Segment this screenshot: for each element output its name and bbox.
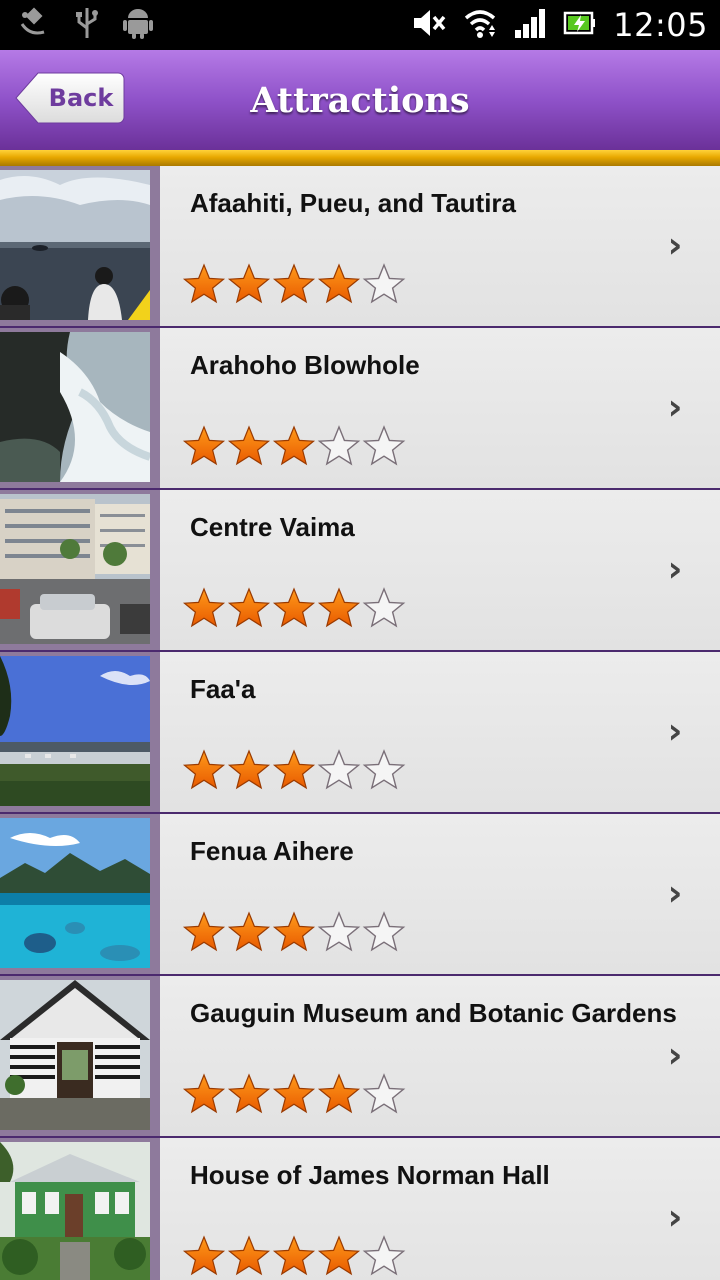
attraction-list-item[interactable]: House of James Norman Hall ›: [0, 1138, 720, 1280]
star-filled-icon: [272, 1234, 316, 1278]
attraction-info: House of James Norman Hall ›: [160, 1138, 720, 1280]
attraction-thumbnail: [0, 1142, 150, 1280]
attraction-list-item[interactable]: Gauguin Museum and Botanic Gardens ›: [0, 976, 720, 1138]
attraction-thumbnail: [0, 818, 150, 968]
system-icons: 12:05: [411, 0, 708, 50]
star-filled-icon: [182, 424, 226, 468]
star-filled-icon: [272, 262, 316, 306]
attraction-list-item[interactable]: Centre Vaima ›: [0, 490, 720, 652]
star-filled-icon: [272, 1072, 316, 1116]
thumbnail-frame: [0, 490, 160, 650]
attraction-thumbnail: [0, 170, 150, 320]
star-filled-icon: [227, 1072, 271, 1116]
usb-icon: [74, 6, 100, 44]
attraction-name: Centre Vaima: [190, 512, 355, 542]
signal-icon: [513, 6, 547, 44]
chevron-right-icon: ›: [667, 1197, 683, 1238]
attraction-list-item[interactable]: Fenua Aihere ›: [0, 814, 720, 976]
star-empty-icon: [362, 1072, 406, 1116]
attraction-thumbnail: [0, 656, 150, 806]
attraction-list-item[interactable]: Afaahiti, Pueu, and Tautira ›: [0, 166, 720, 328]
star-empty-icon: [317, 748, 361, 792]
back-button[interactable]: Back: [14, 71, 126, 125]
android-icon: [122, 6, 154, 44]
star-rating: [182, 1072, 406, 1116]
attraction-thumbnail: [0, 980, 150, 1130]
attraction-thumbnail: [0, 494, 150, 644]
thumbnail-frame: [0, 652, 160, 812]
star-filled-icon: [227, 910, 271, 954]
attraction-info: Afaahiti, Pueu, and Tautira ›: [160, 166, 720, 326]
star-rating: [182, 910, 406, 954]
attraction-name: Gauguin Museum and Botanic Gardens: [190, 998, 677, 1028]
attraction-name: Arahoho Blowhole: [190, 350, 420, 380]
star-empty-icon: [362, 424, 406, 468]
star-empty-icon: [362, 748, 406, 792]
star-filled-icon: [227, 1234, 271, 1278]
chevron-right-icon: ›: [667, 711, 683, 752]
wifi-icon: [463, 6, 497, 44]
star-filled-icon: [182, 748, 226, 792]
star-filled-icon: [182, 1234, 226, 1278]
star-filled-icon: [317, 586, 361, 630]
star-filled-icon: [227, 748, 271, 792]
star-filled-icon: [317, 262, 361, 306]
attraction-info: Faa'a ›: [160, 652, 720, 812]
star-filled-icon: [317, 1234, 361, 1278]
star-empty-icon: [362, 1234, 406, 1278]
back-button-label: Back: [48, 84, 114, 112]
attraction-list-item[interactable]: Faa'a ›: [0, 652, 720, 814]
star-rating: [182, 262, 406, 306]
header-accent-rule: [0, 150, 720, 166]
star-empty-icon: [317, 910, 361, 954]
attraction-info: Fenua Aihere ›: [160, 814, 720, 974]
clock: 12:05: [613, 6, 708, 44]
star-filled-icon: [272, 910, 316, 954]
attraction-info: Centre Vaima ›: [160, 490, 720, 650]
chevron-right-icon: ›: [667, 1035, 683, 1076]
satellite-icon: [18, 6, 52, 44]
attraction-list-item[interactable]: Arahoho Blowhole ›: [0, 328, 720, 490]
thumbnail-frame: [0, 814, 160, 974]
thumbnail-frame: [0, 976, 160, 1136]
star-rating: [182, 748, 406, 792]
attraction-name: Faa'a: [190, 674, 256, 704]
attraction-name: Fenua Aihere: [190, 836, 354, 866]
star-empty-icon: [362, 910, 406, 954]
star-rating: [182, 1234, 406, 1278]
chevron-right-icon: ›: [667, 387, 683, 428]
star-filled-icon: [227, 262, 271, 306]
attraction-info: Arahoho Blowhole ›: [160, 328, 720, 488]
mute-icon: [411, 6, 447, 44]
star-filled-icon: [182, 586, 226, 630]
star-filled-icon: [227, 586, 271, 630]
star-empty-icon: [362, 586, 406, 630]
star-filled-icon: [182, 1072, 226, 1116]
thumbnail-frame: [0, 328, 160, 488]
star-rating: [182, 586, 406, 630]
star-filled-icon: [272, 424, 316, 468]
star-filled-icon: [227, 424, 271, 468]
attraction-name: House of James Norman Hall: [190, 1160, 550, 1190]
thumbnail-frame: [0, 1138, 160, 1280]
star-filled-icon: [272, 586, 316, 630]
chevron-right-icon: ›: [667, 225, 683, 266]
attraction-info: Gauguin Museum and Botanic Gardens ›: [160, 976, 720, 1136]
chevron-right-icon: ›: [667, 549, 683, 590]
attraction-name: Afaahiti, Pueu, and Tautira: [190, 188, 517, 218]
battery-charging-icon: [563, 6, 597, 44]
chevron-right-icon: ›: [667, 873, 683, 914]
star-filled-icon: [182, 910, 226, 954]
star-filled-icon: [182, 262, 226, 306]
star-empty-icon: [317, 424, 361, 468]
star-rating: [182, 424, 406, 468]
star-empty-icon: [362, 262, 406, 306]
attraction-thumbnail: [0, 332, 150, 482]
star-filled-icon: [317, 1072, 361, 1116]
notification-icons: [18, 6, 154, 44]
status-bar: 12:05: [0, 0, 720, 50]
star-filled-icon: [272, 748, 316, 792]
attractions-list: Afaahiti, Pueu, and Tautira › Arahoho Bl…: [0, 166, 720, 1280]
thumbnail-frame: [0, 166, 160, 326]
